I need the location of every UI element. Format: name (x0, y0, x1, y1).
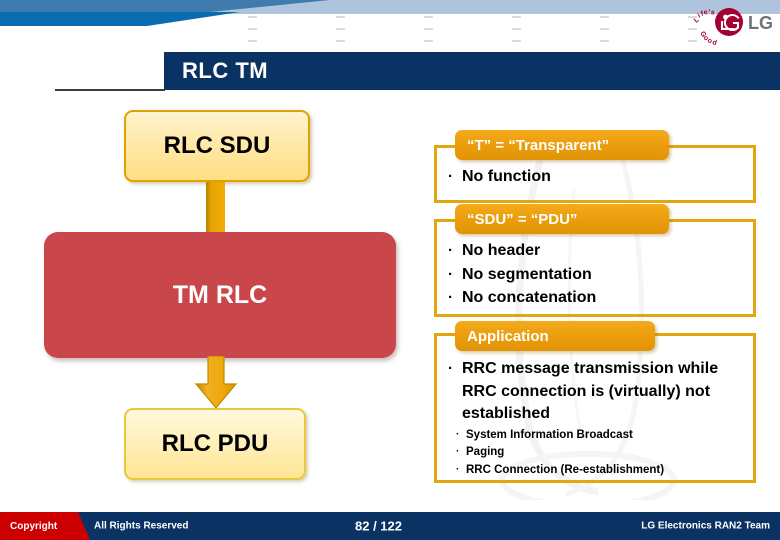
svg-text:d: d (711, 39, 717, 47)
info-card-application-body: · RRC message transmission while RRC con… (448, 358, 748, 479)
slide-footer: Copyright All Rights Reserved 82 / 122 L… (0, 512, 780, 540)
bullet-item: · No concatenation (448, 287, 748, 310)
bullet-text: System Information Broadcast (466, 429, 633, 442)
footer-team-label: LG Electronics RAN2 Team (641, 520, 770, 532)
bullet-item: · System Information Broadcast (448, 427, 748, 444)
page-title: RLC TM (182, 58, 269, 83)
bullet-item: · No function (448, 166, 748, 189)
flow-box-tm-rlc-label: TM RLC (172, 280, 268, 309)
bullet-item: · Paging (448, 444, 748, 461)
title-underline (55, 89, 165, 91)
flow-box-rlc-pdu: RLC PDU (124, 408, 306, 480)
bullet-text: No function (462, 168, 551, 185)
bullet-text: No segmentation (462, 265, 592, 283)
connector-sdu-to-rlc (206, 182, 225, 234)
bullet-text: Paging (466, 446, 505, 459)
info-card-sdu-pdu-body: · No header · No segmentation · No conca… (448, 240, 748, 311)
bullet-item: · RRC Connection (Re-establishment) (448, 462, 748, 479)
bullet-marker: · (448, 360, 453, 377)
bullet-item: · No header (448, 240, 748, 263)
info-card-transparent-body: · No function (448, 166, 748, 190)
slide-title-bar: RLC TM (164, 52, 780, 90)
bullet-text: RRC Connection (Re-establishment) (466, 463, 665, 476)
bullet-text: No header (462, 242, 541, 259)
bullet-item: · No segmentation (448, 264, 748, 287)
header-decoration (0, 0, 780, 56)
footer-copyright-label: Copyright (10, 520, 58, 532)
bullet-marker: · (448, 289, 453, 307)
bullet-marker: · (448, 168, 453, 185)
footer-page-number: 82 / 122 (355, 518, 402, 534)
bullet-marker: · (456, 446, 460, 458)
flow-box-tm-rlc: TM RLC (44, 232, 396, 358)
footer-rights-label: All Rights Reserved (94, 520, 189, 532)
bullet-text: No concatenation (462, 289, 597, 307)
slide-canvas: LG L i f e ' s G o o d RLC TM RLC SDU TM… (0, 0, 780, 540)
bullet-item: · RRC message transmission while RRC con… (448, 358, 748, 426)
bullet-marker: · (448, 265, 453, 283)
flow-box-rlc-pdu-label: RLC PDU (161, 430, 269, 457)
info-card-application-heading: Application (455, 321, 655, 351)
bullet-marker: · (456, 429, 460, 441)
lg-logo: LG L i f e ' s G o o d (680, 2, 773, 48)
footer-copyright-tab: Copyright (0, 512, 90, 540)
bullet-marker: · (448, 242, 453, 259)
bullet-text: RRC message transmission while RRC conne… (462, 360, 719, 423)
flow-box-rlc-sdu: RLC SDU (124, 110, 310, 182)
down-arrow-icon (193, 355, 239, 410)
info-card-sdu-pdu-heading: “SDU” = “PDU” (455, 204, 669, 234)
bullet-marker: · (456, 463, 460, 475)
svg-text:s: s (710, 9, 715, 17)
flow-box-rlc-sdu-label: RLC SDU (163, 132, 271, 159)
svg-text:LG: LG (748, 13, 772, 33)
info-card-transparent-heading: “T” = “Transparent” (455, 130, 669, 160)
